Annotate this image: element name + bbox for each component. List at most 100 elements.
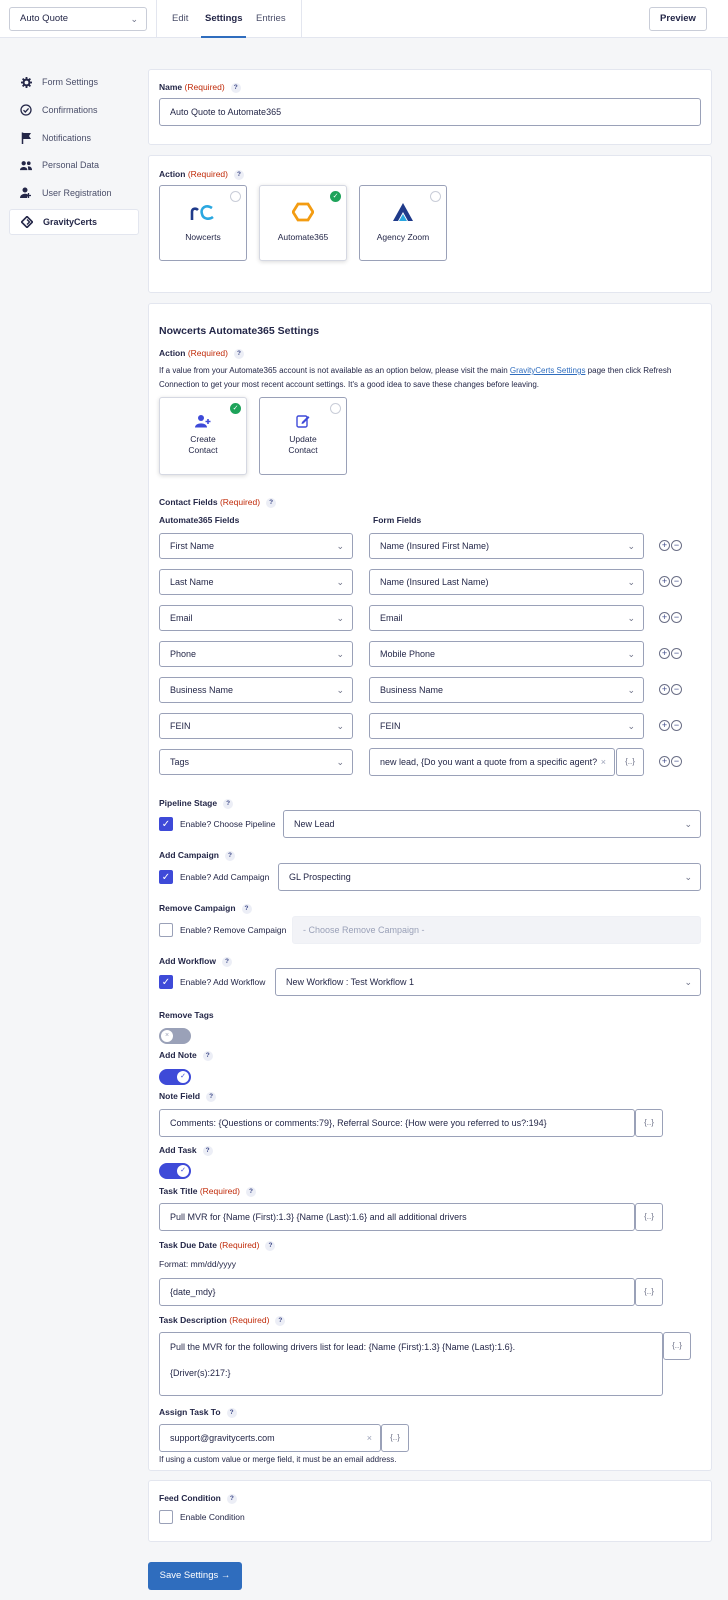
sidebar-item-label: User Registration: [42, 188, 112, 198]
merge-tag-button[interactable]: {..}: [635, 1203, 663, 1231]
add-row-icon[interactable]: +: [659, 612, 670, 623]
add-campaign-select[interactable]: GL Prospecting ⌄: [278, 863, 701, 891]
help-icon[interactable]: ?: [224, 850, 235, 861]
enable-condition-checkbox[interactable]: [159, 1510, 173, 1524]
automate365-logo-icon: [260, 202, 346, 224]
help-icon[interactable]: ?: [265, 1240, 276, 1251]
add-row-icon[interactable]: +: [659, 756, 670, 767]
automate365-field-select[interactable]: Tags ⌄: [159, 749, 353, 775]
add-task-toggle[interactable]: ✓: [159, 1163, 191, 1179]
automate365-field-select[interactable]: First Name ⌄: [159, 533, 353, 559]
remove-campaign-checkbox[interactable]: [159, 923, 173, 937]
help-icon[interactable]: ?: [221, 956, 232, 967]
clear-icon[interactable]: ×: [601, 749, 606, 775]
automate365-field-select[interactable]: Last Name ⌄: [159, 569, 353, 595]
help-icon[interactable]: ?: [241, 903, 252, 914]
column-header-automate365-fields: Automate365 Fields: [159, 515, 240, 525]
sidebar-item-label: Confirmations: [42, 105, 98, 115]
add-workflow-select[interactable]: New Workflow : Test Workflow 1 ⌄: [275, 968, 701, 996]
help-icon[interactable]: ?: [202, 1145, 213, 1156]
remove-campaign-select[interactable]: - Choose Remove Campaign -: [292, 916, 701, 944]
add-row-icon[interactable]: +: [659, 720, 670, 731]
radio-indicator: [330, 403, 341, 414]
help-icon[interactable]: ?: [223, 798, 234, 809]
remove-row-icon[interactable]: −: [671, 684, 682, 695]
form-switcher-select[interactable]: Auto Quote ⌄: [9, 7, 147, 31]
task-title-input[interactable]: Pull MVR for {Name (First):1.3} {Name (L…: [159, 1203, 635, 1231]
automate365-field-select[interactable]: Business Name ⌄: [159, 677, 353, 703]
remove-campaign-label: Remove Campaign?: [159, 903, 252, 914]
action-tile-update-contact[interactable]: Update Contact: [259, 397, 347, 475]
name-input[interactable]: Auto Quote to Automate365: [159, 98, 701, 126]
gravitycerts-settings-link[interactable]: GravityCerts Settings: [510, 366, 586, 375]
help-icon[interactable]: ?: [266, 497, 277, 508]
help-icon[interactable]: ?: [233, 348, 244, 359]
tab-edit[interactable]: Edit: [172, 0, 188, 38]
remove-row-icon[interactable]: −: [671, 540, 682, 551]
add-row-icon[interactable]: +: [659, 684, 670, 695]
task-description-textarea[interactable]: Pull the MVR for the following drivers l…: [159, 1332, 663, 1396]
add-row-icon[interactable]: +: [659, 540, 670, 551]
help-icon[interactable]: ?: [245, 1186, 256, 1197]
pipeline-select[interactable]: New Lead ⌄: [283, 810, 701, 838]
add-row-icon[interactable]: +: [659, 576, 670, 587]
help-icon[interactable]: ?: [202, 1050, 213, 1061]
sidebar-item-gravitycerts[interactable]: GravityCerts: [9, 209, 139, 235]
form-field-select[interactable]: Business Name ⌄: [369, 677, 644, 703]
merge-tag-button[interactable]: {..}: [635, 1109, 663, 1137]
sidebar-item-form-settings[interactable]: Form Settings: [9, 69, 139, 95]
add-workflow-checkbox[interactable]: ✓: [159, 975, 173, 989]
remove-row-icon[interactable]: −: [671, 648, 682, 659]
remove-row-icon[interactable]: −: [671, 612, 682, 623]
action-tile-agency-zoom[interactable]: Agency Zoom: [359, 185, 447, 261]
merge-tag-button[interactable]: {..}: [381, 1424, 409, 1452]
form-field-select[interactable]: FEIN ⌄: [369, 713, 644, 739]
help-icon[interactable]: ?: [206, 1091, 217, 1102]
sidebar-item-confirmations[interactable]: Confirmations: [9, 97, 139, 123]
help-icon[interactable]: ?: [233, 169, 244, 180]
remove-tags-toggle[interactable]: ×: [159, 1028, 191, 1044]
form-field-select[interactable]: Name (Insured First Name) ⌄: [369, 533, 644, 559]
help-icon[interactable]: ?: [226, 1407, 237, 1418]
add-campaign-checkbox[interactable]: ✓: [159, 870, 173, 884]
add-row-icon[interactable]: +: [659, 648, 670, 659]
action-tile-nowcerts[interactable]: Nowcerts: [159, 185, 247, 261]
assign-task-input[interactable]: support@gravitycerts.com ×: [159, 1424, 381, 1452]
remove-row-icon[interactable]: −: [671, 756, 682, 767]
automate365-field-select[interactable]: Phone ⌄: [159, 641, 353, 667]
merge-tag-button[interactable]: {..}: [663, 1332, 691, 1360]
assign-task-label: Assign Task To?: [159, 1407, 237, 1418]
remove-row-icon[interactable]: −: [671, 576, 682, 587]
sidebar-item-notifications[interactable]: Notifications: [9, 125, 139, 151]
help-icon[interactable]: ?: [226, 1493, 237, 1504]
action-tile-automate365[interactable]: ✓ Automate365: [259, 185, 347, 261]
save-settings-button[interactable]: Save Settings →: [148, 1562, 242, 1590]
sidebar-item-personal-data[interactable]: Personal Data: [9, 152, 139, 178]
remove-row-icon[interactable]: −: [671, 720, 682, 731]
add-note-toggle[interactable]: ✓: [159, 1069, 191, 1085]
clear-icon[interactable]: ×: [367, 1425, 372, 1451]
note-field-input[interactable]: Comments: {Questions or comments:79}, Re…: [159, 1109, 635, 1137]
pipeline-checkbox[interactable]: ✓: [159, 817, 173, 831]
preview-button[interactable]: Preview: [649, 7, 707, 31]
form-field-select[interactable]: Mobile Phone ⌄: [369, 641, 644, 667]
merge-tag-button[interactable]: {..}: [616, 748, 644, 776]
tab-settings[interactable]: Settings: [201, 0, 247, 38]
add-campaign-checkbox-label: Enable? Add Campaign: [180, 872, 270, 882]
help-icon[interactable]: ?: [230, 82, 241, 93]
form-field-select[interactable]: Name (Insured Last Name) ⌄: [369, 569, 644, 595]
sidebar-item-user-registration[interactable]: User Registration: [9, 180, 139, 206]
automate365-field-select[interactable]: Email ⌄: [159, 605, 353, 631]
action-tile-create-contact[interactable]: ✓ Create Contact: [159, 397, 247, 475]
tags-input[interactable]: new lead, {Do you want a quote from a sp…: [369, 748, 615, 776]
sidebar-item-label: GravityCerts: [43, 217, 98, 227]
radio-indicator: [230, 191, 241, 202]
merge-tag-button[interactable]: {..}: [635, 1278, 663, 1306]
task-description-label: Task Description (Required)?: [159, 1315, 286, 1326]
tab-entries[interactable]: Entries: [256, 0, 286, 38]
form-field-select[interactable]: Email ⌄: [369, 605, 644, 631]
users-icon: [20, 159, 32, 171]
automate365-field-select[interactable]: FEIN ⌄: [159, 713, 353, 739]
help-icon[interactable]: ?: [275, 1315, 286, 1326]
task-due-date-input[interactable]: {date_mdy}: [159, 1278, 635, 1306]
